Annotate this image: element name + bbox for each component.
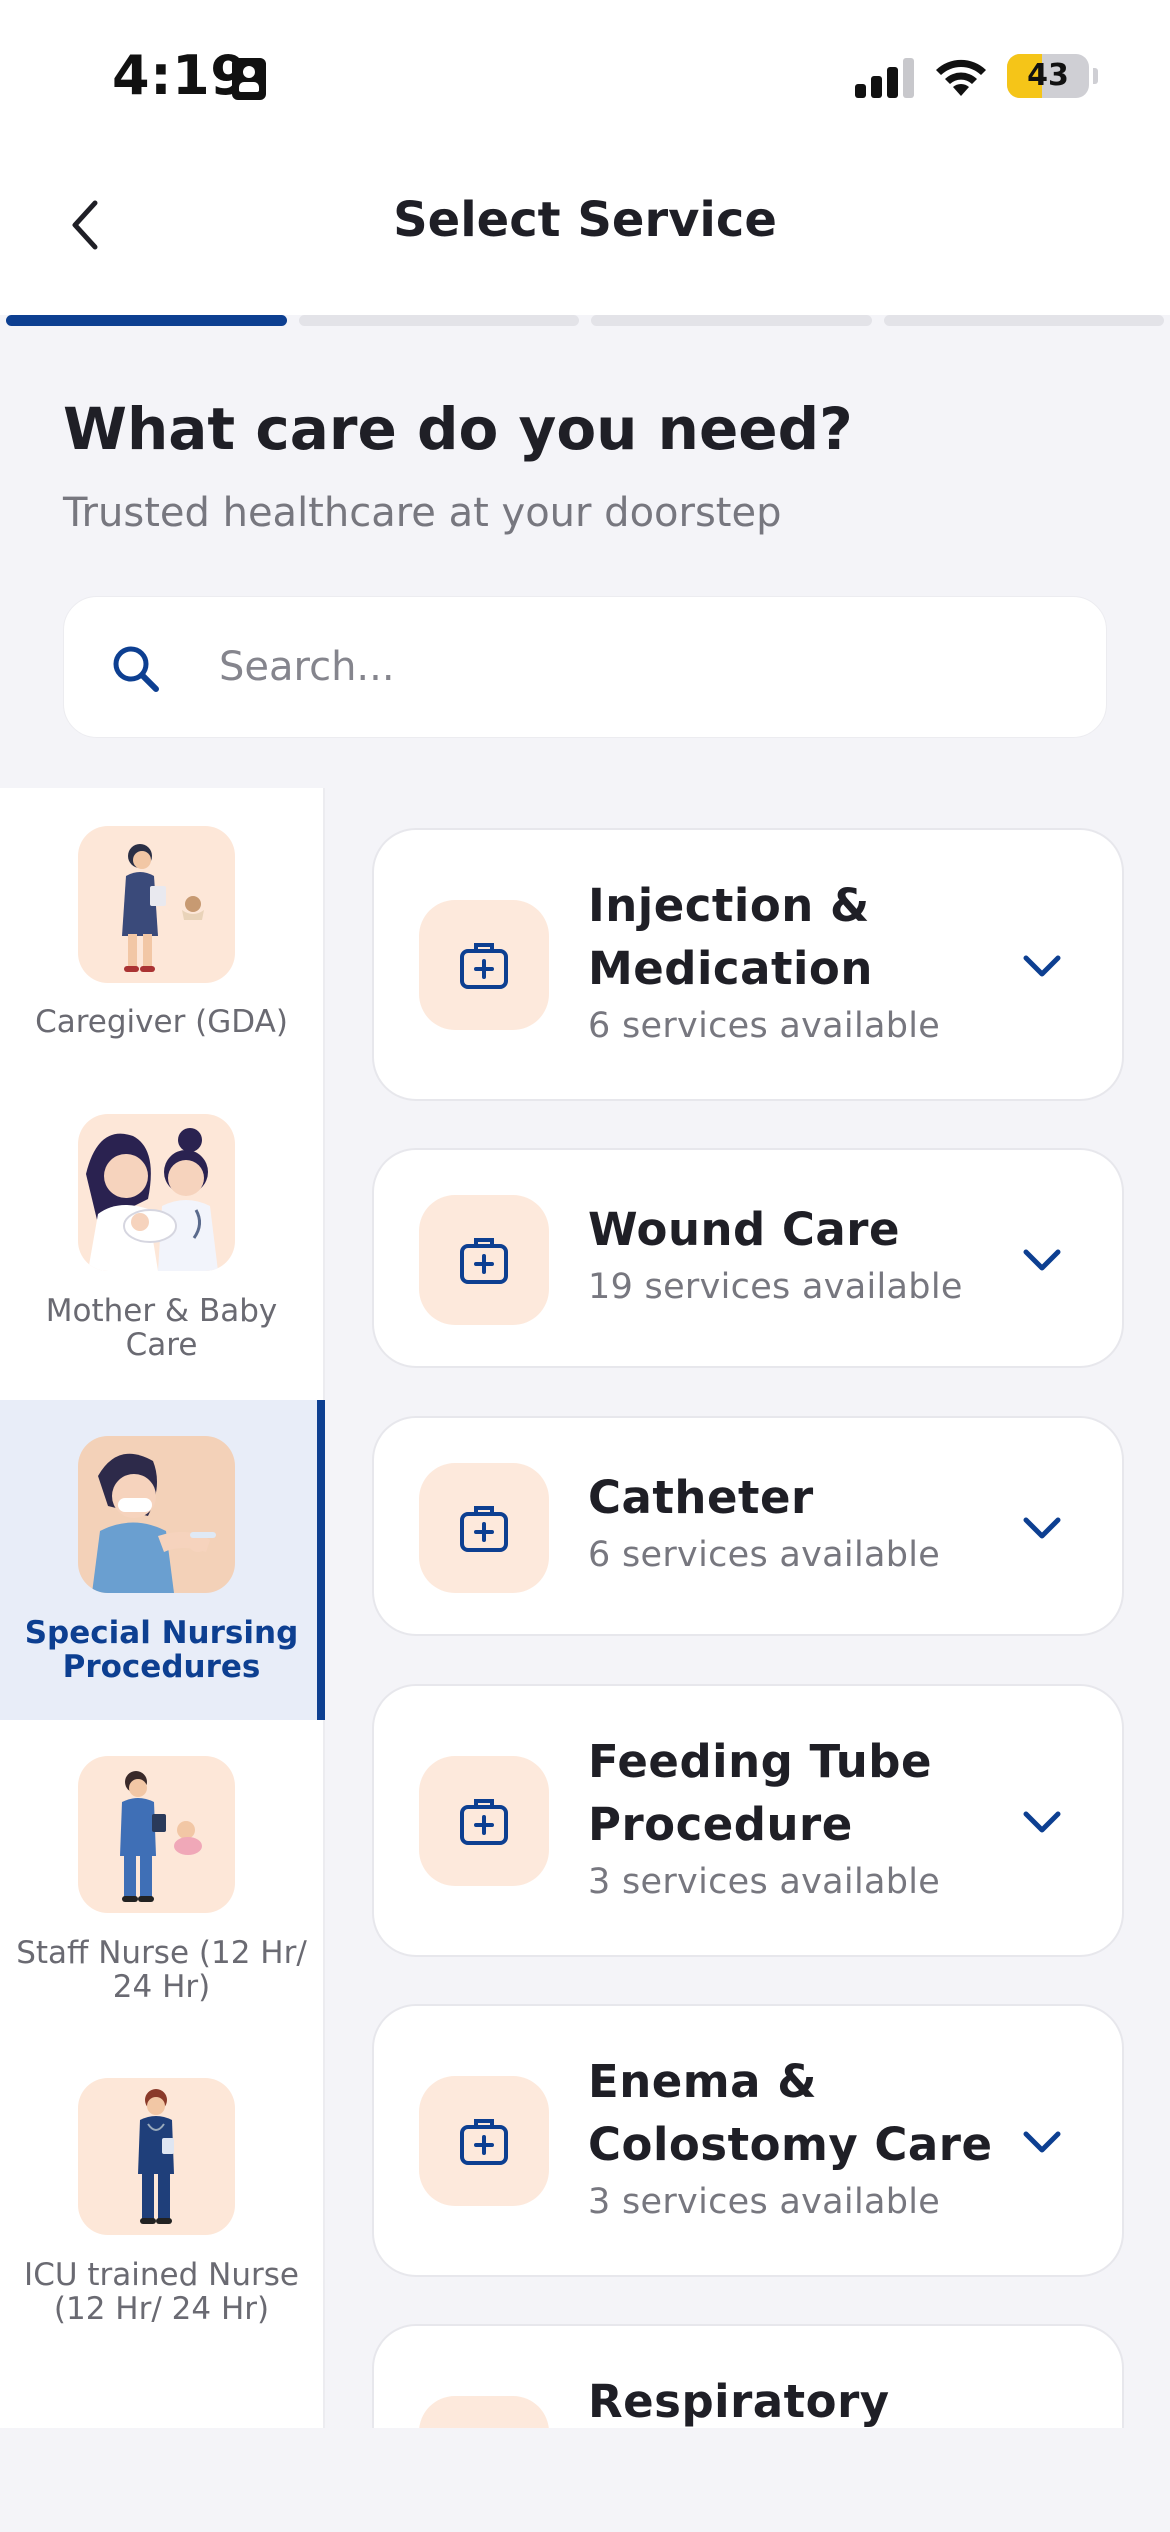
sidebar-item-label: Staff Nurse (12 Hr/ 24 Hr) — [16, 1935, 307, 2005]
sidebar-item-label: Caregiver (GDA) — [35, 1004, 288, 1040]
service-card-injection[interactable]: Injection & Medication 6 services availa… — [372, 828, 1124, 1101]
service-card-text: Respiratory — [588, 2370, 1028, 2428]
service-count: 3 services available — [588, 2182, 941, 2222]
progress-step-1 — [6, 315, 287, 326]
service-card-catheter[interactable]: Catheter 6 services available — [372, 1416, 1124, 1636]
chevron-down-icon[interactable] — [1014, 938, 1070, 994]
battery-percentage: 43 — [1027, 58, 1069, 93]
sidebar-item-mother-baby[interactable]: Mother & Baby Care — [0, 1078, 323, 1398]
battery-tip — [1093, 68, 1098, 84]
mother-baby-illustration-icon — [78, 1114, 235, 1271]
cellular-signal-icon — [855, 58, 915, 98]
medical-kit-icon — [419, 1195, 549, 1325]
service-title: Wound Care — [588, 1203, 901, 1256]
header: Select Service — [0, 150, 1170, 326]
service-title: Enema & Colostomy Care — [588, 2055, 993, 2171]
progress-step-3 — [591, 315, 872, 326]
focus-contact-icon — [232, 58, 266, 100]
service-title: Catheter — [588, 1471, 814, 1524]
staff-nurse-illustration-icon — [78, 1756, 235, 1913]
sidebar-item-staff-nurse[interactable]: Staff Nurse (12 Hr/ 24 Hr) — [0, 1720, 323, 2040]
service-card-text: Injection & Medication 6 services availa… — [588, 874, 1028, 1050]
status-bar: 4:19 43 — [0, 0, 1170, 150]
battery-icon: 43 — [1007, 54, 1089, 98]
medical-kit-icon — [419, 2076, 549, 2206]
service-card-text: Feeding Tube Procedure 3 services availa… — [588, 1730, 1028, 1906]
service-card-respiratory[interactable]: Respiratory — [372, 2324, 1124, 2428]
chevron-down-icon[interactable] — [1014, 1794, 1070, 1850]
search-bar[interactable] — [63, 596, 1107, 738]
service-card-feeding-tube[interactable]: Feeding Tube Procedure 3 services availa… — [372, 1684, 1124, 1957]
wifi-icon — [936, 59, 986, 96]
sidebar-item-special-nursing[interactable]: Special Nursing Procedures — [0, 1400, 325, 1720]
service-card-enema-colostomy[interactable]: Enema & Colostomy Care 3 services availa… — [372, 2004, 1124, 2277]
service-title: Feeding Tube Procedure — [588, 1735, 933, 1851]
service-count: 6 services available — [588, 1535, 941, 1575]
medical-kit-icon — [419, 900, 549, 1030]
section-subheading: Trusted healthcare at your doorstep — [63, 490, 782, 536]
nurse-procedure-illustration-icon — [78, 1436, 235, 1593]
section-heading: What care do you need? — [63, 395, 853, 463]
service-count: 6 services available — [588, 1006, 941, 1046]
chevron-down-icon[interactable] — [1014, 2114, 1070, 2170]
search-icon — [113, 646, 159, 692]
medical-kit-icon — [419, 2396, 549, 2428]
service-count: 19 services available — [588, 1267, 963, 1307]
progress-step-2 — [298, 315, 579, 326]
search-input[interactable] — [219, 617, 1069, 717]
sidebar-item-label: Mother & Baby Care — [45, 1293, 278, 1363]
medical-kit-icon — [419, 1463, 549, 1593]
sidebar-item-caregiver[interactable]: Caregiver (GDA) — [0, 788, 323, 1108]
chevron-down-icon[interactable] — [1014, 1500, 1070, 1556]
service-count: 3 services available — [588, 1862, 941, 1902]
sidebar-item-label: ICU trained Nurse (12 Hr/ 24 Hr) — [24, 2257, 299, 2327]
sidebar-item-icu-nurse[interactable]: ICU trained Nurse (12 Hr/ 24 Hr) — [0, 2042, 323, 2362]
select-service-screen: 4:19 43 Select Service What care do you … — [0, 0, 1170, 2532]
icu-nurse-illustration-icon — [78, 2078, 235, 2235]
service-list: Injection & Medication 6 services availa… — [370, 828, 1126, 2428]
service-card-text: Catheter 6 services available — [588, 1466, 1028, 1579]
service-card-text: Enema & Colostomy Care 3 services availa… — [588, 2050, 1028, 2226]
medical-kit-icon — [419, 1756, 549, 1886]
status-time: 4:19 — [112, 44, 249, 107]
step-progress — [6, 315, 1164, 327]
caregiver-illustration-icon — [78, 826, 235, 983]
category-sidebar: Caregiver (GDA) Mother & Baby Care Speci… — [0, 788, 325, 2428]
service-title: Injection & Medication — [588, 879, 873, 995]
service-card-text: Wound Care 19 services available — [588, 1198, 1028, 1311]
service-card-wound-care[interactable]: Wound Care 19 services available — [372, 1148, 1124, 1368]
sidebar-item-label: Special Nursing Procedures — [24, 1615, 299, 1685]
progress-step-4 — [883, 315, 1164, 326]
chevron-down-icon[interactable] — [1014, 1232, 1070, 1288]
bottom-safe-area — [0, 2428, 1170, 2532]
page-title: Select Service — [393, 192, 777, 248]
service-title: Respiratory — [588, 2375, 890, 2428]
